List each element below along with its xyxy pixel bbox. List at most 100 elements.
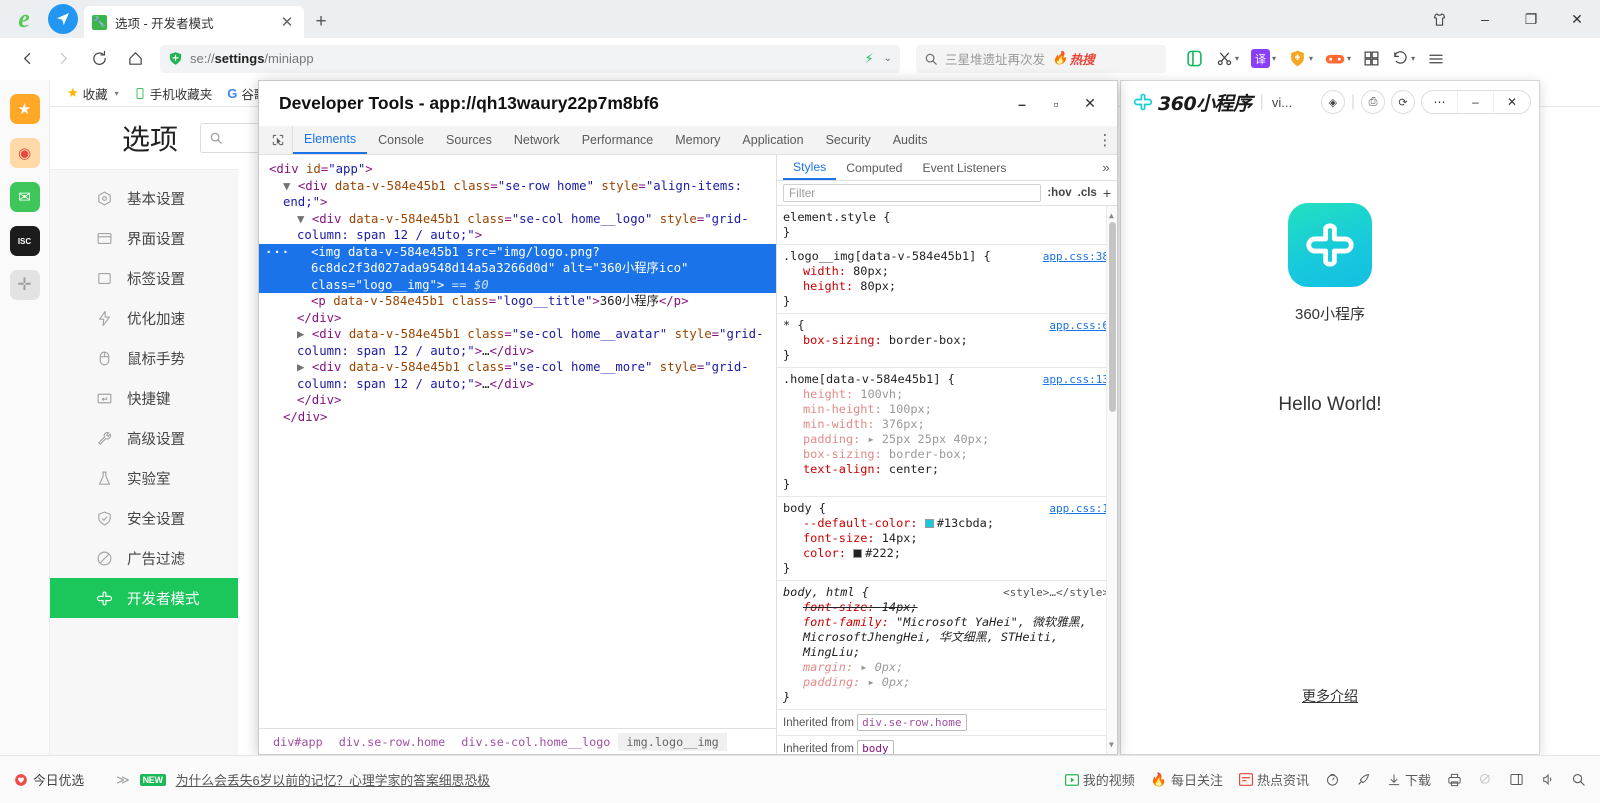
tab-event-listeners[interactable]: Event Listeners	[912, 155, 1016, 180]
tab-audits[interactable]: Audits	[882, 126, 939, 154]
sidebar-item-adblock[interactable]: 广告过滤	[50, 538, 238, 578]
chevron-down-icon[interactable]: ▾	[115, 89, 119, 98]
search-input[interactable]: 三星堆遗址再次发	[945, 49, 1045, 68]
sound-icon[interactable]	[1540, 772, 1555, 787]
navigator-icon[interactable]	[48, 4, 78, 34]
breadcrumb-item[interactable]: div#app	[265, 733, 331, 751]
new-tab-button[interactable]: +	[304, 6, 338, 38]
speed-icon[interactable]	[1325, 772, 1340, 787]
style-declaration[interactable]: margin: ▸ 0px;	[783, 660, 1111, 675]
style-declaration[interactable]: color: #222;	[783, 546, 1111, 561]
style-declaration[interactable]: box-sizing: border-box;	[783, 447, 1111, 462]
address-bar[interactable]: se://settings/miniapp ⚡ ⌄	[160, 45, 900, 73]
dom-tree[interactable]: <div id="app"> ▼ <div data-v-584e45b1 cla…	[259, 155, 776, 728]
sidebar-item-developer-mode[interactable]: 开发者模式	[50, 578, 238, 618]
scroll-down-arrow-icon[interactable]: ▼	[1109, 737, 1114, 752]
style-source-link[interactable]: app.css:38	[1043, 249, 1109, 264]
style-declaration[interactable]: box-sizing: border-box;	[783, 333, 1111, 348]
expand-icon[interactable]: ≫	[116, 772, 129, 788]
devtools-close-button[interactable]: ✕	[1073, 91, 1107, 117]
minimize-button[interactable]: –	[1462, 0, 1508, 38]
styles-scrollbar[interactable]: ▲ ▼	[1106, 206, 1117, 754]
style-rule[interactable]: .logo__img[data-v-584e45b1] {app.css:38w…	[777, 245, 1117, 314]
tab-styles[interactable]: Styles	[783, 155, 836, 180]
disclosure-triangle-icon[interactable]: ▼	[283, 179, 298, 193]
sidebar-item-gestures[interactable]: 鼠标手势	[50, 338, 238, 378]
tab-performance[interactable]: Performance	[571, 126, 665, 154]
sidebar-item-interface[interactable]: 界面设置	[50, 218, 238, 258]
shield-icon[interactable]: ▾	[1283, 44, 1318, 74]
today-picks-button[interactable]: 今日优选	[14, 770, 84, 789]
inherited-source-chip[interactable]: div.se-row.home	[857, 714, 966, 731]
rail-item-weibo[interactable]: ◉	[10, 138, 40, 168]
tab-sources[interactable]: Sources	[435, 126, 503, 154]
print-icon[interactable]	[1447, 773, 1462, 787]
color-swatch-icon[interactable]	[925, 519, 934, 528]
sidebar-item-advanced[interactable]: 高级设置	[50, 418, 238, 458]
refresh-icon[interactable]: ⟳	[1391, 90, 1415, 114]
style-rule[interactable]: element.style {}	[777, 206, 1117, 245]
sidebar-item-basic[interactable]: 基本设置	[50, 178, 238, 218]
more-icon[interactable]: ⋯	[1422, 91, 1458, 113]
style-declaration[interactable]: height: 100vh;	[783, 387, 1111, 402]
vertical-dots-icon[interactable]: ⋮	[1093, 126, 1117, 154]
hot-search-badge[interactable]: 🔥热搜	[1052, 49, 1095, 68]
dom-tree-line[interactable]: <div id="app">	[259, 161, 776, 178]
rail-item-isc[interactable]: ISC	[10, 226, 40, 256]
rail-item-mail[interactable]: ✉	[10, 182, 40, 212]
nozoom-icon[interactable]	[1478, 772, 1493, 787]
bolt-icon[interactable]: ⚡	[864, 51, 873, 67]
forward-button[interactable]	[46, 44, 80, 74]
style-declaration[interactable]: min-height: 100px;	[783, 402, 1111, 417]
miniapp-close-button[interactable]: ✕	[1494, 91, 1530, 113]
chevron-down-icon[interactable]: ▾	[1309, 54, 1313, 63]
styles-rules-list[interactable]: element.style {}.logo__img[data-v-584e45…	[777, 206, 1117, 754]
scroll-up-arrow-icon[interactable]: ▲	[1109, 208, 1114, 223]
dom-tree-line[interactable]: ▶ <div data-v-584e45b1 class="se-col hom…	[259, 326, 776, 359]
style-declaration[interactable]: font-size: 14px;	[783, 531, 1111, 546]
browser-tab[interactable]: 🔧 选项 - 开发者模式 ✕	[84, 6, 304, 38]
chevron-down-icon[interactable]: ▾	[1272, 54, 1276, 63]
dom-tree-line[interactable]: ▶ <div data-v-584e45b1 class="se-col hom…	[259, 359, 776, 392]
devtools-minimize-button[interactable]: –	[1005, 91, 1039, 117]
breadcrumb-item[interactable]: div.se-col.home__logo	[453, 733, 618, 751]
tab-security[interactable]: Security	[815, 126, 882, 154]
device-icon[interactable]: ⎙	[1361, 90, 1385, 114]
bookmark-mobile[interactable]: 手机收藏夹	[129, 82, 218, 105]
chevron-down-icon[interactable]: ▾	[1235, 54, 1239, 63]
chevron-down-icon[interactable]: ▾	[1347, 54, 1351, 63]
tab-computed[interactable]: Computed	[836, 155, 912, 180]
styles-filter-input[interactable]: Filter	[783, 184, 1041, 202]
sidebar-item-shortcuts[interactable]: 快捷键	[50, 378, 238, 418]
reload-button[interactable]	[82, 44, 116, 74]
hov-toggle[interactable]: :hov	[1047, 187, 1071, 199]
tab-elements[interactable]: Elements	[293, 126, 367, 154]
sidebar-item-tabs[interactable]: 标签设置	[50, 258, 238, 298]
rail-item-miniapp[interactable]: ✛	[10, 270, 40, 300]
search-box[interactable]: 三星堆遗址再次发 🔥热搜	[916, 45, 1166, 73]
style-declaration[interactable]: font-size: 14px;	[783, 600, 1111, 615]
devtools-maximize-button[interactable]: ▫	[1039, 91, 1073, 117]
apps-grid-icon[interactable]	[1358, 44, 1385, 74]
style-source-link[interactable]: <style>…</style>	[1003, 585, 1109, 600]
miniapp-minimize-button[interactable]: –	[1458, 91, 1494, 113]
rocket-icon[interactable]	[1356, 772, 1371, 787]
style-declaration[interactable]: --default-color: #13cbda;	[783, 516, 1111, 531]
hot-news-button[interactable]: 热点资讯	[1239, 770, 1309, 789]
back-button[interactable]	[10, 44, 44, 74]
style-declaration[interactable]: height: 80px;	[783, 279, 1111, 294]
disclosure-triangle-icon[interactable]: ▶	[297, 360, 312, 374]
sidebar-item-lab[interactable]: 实验室	[50, 458, 238, 498]
close-button[interactable]: ✕	[1554, 0, 1600, 38]
ellipsis-icon[interactable]: ···	[265, 244, 290, 261]
dom-tree-line[interactable]: ▼ <div data-v-584e45b1 class="se-col hom…	[259, 211, 776, 244]
new-style-rule-button[interactable]: +	[1103, 185, 1111, 201]
my-video-button[interactable]: 我的视频	[1065, 770, 1135, 789]
style-declaration[interactable]: padding: ▸ 25px 25px 40px;	[783, 432, 1111, 447]
bookmark-favorites[interactable]: ★ 收藏 ▾	[62, 82, 124, 105]
menu-icon[interactable]	[1422, 44, 1450, 74]
sidebar-item-security[interactable]: 安全设置	[50, 498, 238, 538]
chevron-down-icon[interactable]: ▾	[1411, 54, 1415, 63]
dom-tree-line[interactable]: </div>	[259, 310, 776, 327]
style-source-link[interactable]: app.css:1	[1049, 501, 1109, 516]
